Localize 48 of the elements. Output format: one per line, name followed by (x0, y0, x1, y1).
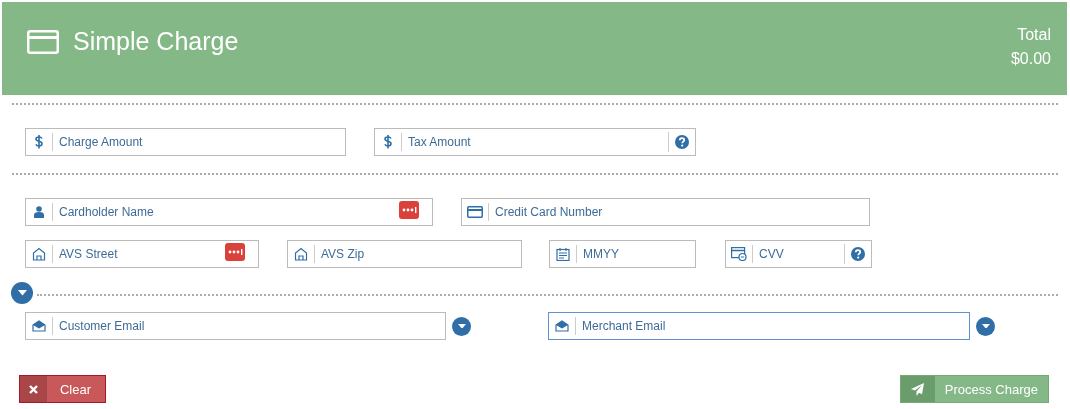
dropdown-toggle[interactable] (452, 316, 471, 336)
clear-button[interactable]: Clear (19, 375, 106, 403)
envelope-icon (32, 320, 46, 332)
user-icon (34, 206, 44, 218)
dollar-icon (384, 135, 392, 149)
envelope-icon (555, 320, 569, 332)
text-input[interactable]: CVV (753, 247, 844, 261)
text-input[interactable]: Customer Email (53, 319, 445, 333)
credit-card-icon (467, 206, 483, 218)
text-input[interactable]: Tax Amount (402, 135, 668, 149)
input-field[interactable]: Credit Card Number (461, 198, 870, 226)
card-check-icon (731, 247, 747, 261)
password-manager-icon[interactable] (399, 201, 419, 219)
text-input[interactable]: Cardholder Name (53, 205, 399, 219)
input-field[interactable]: Tax Amount (374, 128, 696, 156)
close-icon (28, 384, 38, 394)
caret-icon (981, 323, 990, 329)
text-input[interactable]: Credit Card Number (489, 205, 869, 219)
text-input[interactable]: Merchant Email (576, 319, 969, 333)
caret-icon (457, 323, 466, 329)
dropdown-toggle[interactable] (976, 316, 995, 336)
help-icon[interactable] (851, 247, 865, 261)
calendar-icon (556, 247, 570, 261)
total-label: Total (1017, 26, 1051, 44)
input-field[interactable]: MMYY (549, 240, 696, 268)
password-manager-icon[interactable] (225, 243, 245, 261)
help-icon[interactable] (675, 135, 689, 149)
page-title: Simple Charge (73, 27, 239, 56)
paper-plane-icon (911, 382, 925, 396)
input-field[interactable]: Charge Amount (25, 128, 346, 156)
dollar-icon (35, 135, 43, 149)
expand-toggle[interactable] (11, 282, 33, 304)
text-input[interactable]: Charge Amount (53, 135, 345, 149)
house-icon (32, 247, 46, 261)
text-input[interactable]: AVS Zip (315, 247, 521, 261)
process-charge-button[interactable]: Process Charge (899, 375, 1049, 403)
credit-card-icon (27, 29, 59, 54)
input-field[interactable]: Merchant Email (548, 312, 970, 340)
caret-icon (17, 290, 27, 296)
input-field[interactable]: AVS Zip (287, 240, 522, 268)
house-icon (294, 247, 308, 261)
total-value: $0.00 (1010, 50, 1051, 68)
input-field[interactable]: CVV (725, 240, 872, 268)
text-input[interactable]: AVS Street (53, 247, 225, 261)
input-field[interactable]: AVS Street (25, 240, 259, 268)
input-field[interactable]: Customer Email (25, 312, 446, 340)
input-field[interactable]: Cardholder Name (25, 198, 433, 226)
text-input[interactable]: MMYY (577, 247, 695, 261)
